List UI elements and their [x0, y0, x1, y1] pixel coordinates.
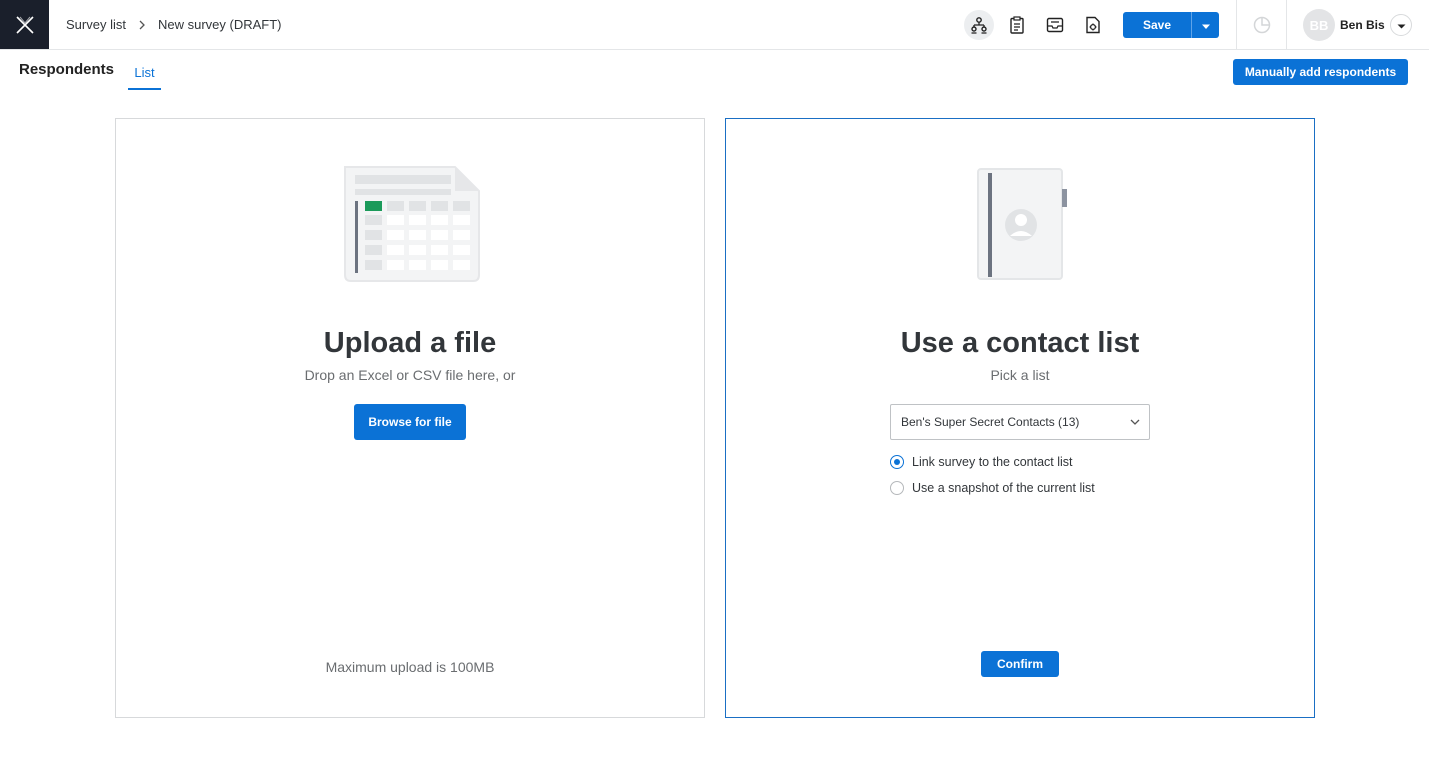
top-bar: Survey list New survey (DRAFT) Save BB B…	[0, 0, 1429, 50]
upload-title: Upload a file	[323, 327, 497, 359]
breadcrumb: Survey list New survey (DRAFT)	[66, 0, 281, 49]
user-name[interactable]: Ben Bis	[1340, 0, 1385, 49]
confirm-button[interactable]: Confirm	[981, 651, 1059, 677]
manually-add-respondents-button[interactable]: Manually add respondents	[1233, 59, 1408, 85]
save-button-group: Save	[1123, 12, 1219, 38]
x-logo-icon[interactable]	[0, 0, 49, 49]
radio-button-checked[interactable]	[890, 455, 904, 469]
org-chart-icon[interactable]	[964, 10, 994, 40]
radio-link-survey[interactable]: Link survey to the contact list	[890, 455, 1073, 469]
chevron-down-icon	[1129, 416, 1141, 431]
breadcrumb-current: New survey (DRAFT)	[157, 17, 282, 32]
contact-list-subtitle: Pick a list	[990, 367, 1050, 383]
save-button[interactable]: Save	[1123, 12, 1191, 38]
file-settings-icon[interactable]	[1078, 10, 1108, 40]
upload-file-card[interactable]: Upload a file Drop an Excel or CSV file …	[115, 118, 705, 718]
browse-for-file-button[interactable]: Browse for file	[354, 404, 466, 440]
pie-chart-icon[interactable]	[1247, 10, 1277, 40]
clipboard-icon[interactable]	[1002, 10, 1032, 40]
tab-list[interactable]: List	[128, 57, 161, 90]
contact-list-card[interactable]: Use a contact list Pick a list Ben's Sup…	[725, 118, 1315, 718]
upload-subtitle: Drop an Excel or CSV file here, or	[304, 367, 516, 383]
toolbar-divider	[1236, 0, 1237, 49]
breadcrumb-survey-list[interactable]: Survey list	[66, 17, 126, 32]
page-title: Respondents	[19, 61, 115, 78]
save-options-button[interactable]	[1191, 12, 1219, 38]
radio-button[interactable]	[890, 481, 904, 495]
radio-label: Link survey to the contact list	[912, 455, 1073, 469]
max-upload-note: Maximum upload is 100MB	[325, 659, 495, 675]
address-book-icon	[726, 163, 1314, 283]
radio-label: Use a snapshot of the current list	[912, 481, 1095, 495]
chevron-right-icon	[138, 20, 146, 30]
spreadsheet-icon	[116, 163, 704, 287]
avatar[interactable]: BB	[1303, 9, 1335, 41]
contact-list-title: Use a contact list	[900, 327, 1140, 359]
radio-use-snapshot[interactable]: Use a snapshot of the current list	[890, 481, 1095, 495]
inbox-icon[interactable]	[1040, 10, 1070, 40]
toolbar-divider	[1286, 0, 1287, 49]
contact-list-select[interactable]: Ben's Super Secret Contacts (13)	[890, 404, 1150, 440]
caret-down-icon	[1201, 18, 1211, 33]
user-menu-button[interactable]	[1390, 14, 1412, 36]
selected-list-value: Ben's Super Secret Contacts (13)	[901, 415, 1080, 429]
caret-down-icon	[1397, 16, 1406, 34]
